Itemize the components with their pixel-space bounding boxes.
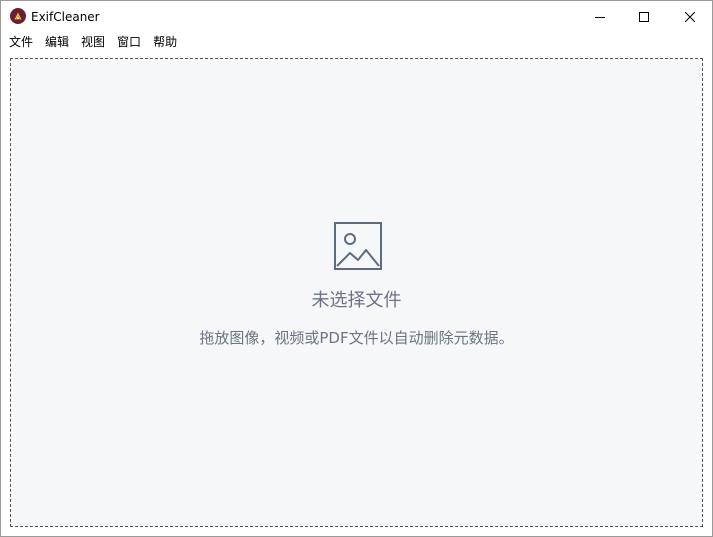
menu-bar: 文件 编辑 视图 窗口 帮助 [1,32,712,53]
menu-window[interactable]: 窗口 [114,32,144,53]
drop-zone-subtitle: 拖放图像，视频或PDF文件以自动删除元数据。 [199,329,514,347]
maximize-icon [639,11,649,22]
menu-view[interactable]: 视图 [78,32,108,53]
close-button[interactable] [667,1,713,32]
menu-file[interactable]: 文件 [6,32,36,53]
file-drop-zone[interactable]: 未选择文件 拖放图像，视频或PDF文件以自动删除元数据。 [10,58,703,527]
minimize-button[interactable] [577,1,623,32]
menu-edit[interactable]: 编辑 [42,32,72,53]
window-title: ExifCleaner [31,10,100,24]
drop-zone-title: 未选择文件 [311,290,402,311]
title-bar[interactable]: ExifCleaner [1,1,712,32]
app-window: ExifCleaner 文件 编辑 视图 窗口 帮助 未选择文件 拖放图像，视频… [0,0,713,537]
menu-help[interactable]: 帮助 [150,32,180,53]
image-icon [334,222,382,270]
minimize-icon [595,16,605,18]
exifcleaner-logo-icon [10,8,26,24]
close-icon [685,11,695,22]
maximize-button[interactable] [621,1,667,32]
